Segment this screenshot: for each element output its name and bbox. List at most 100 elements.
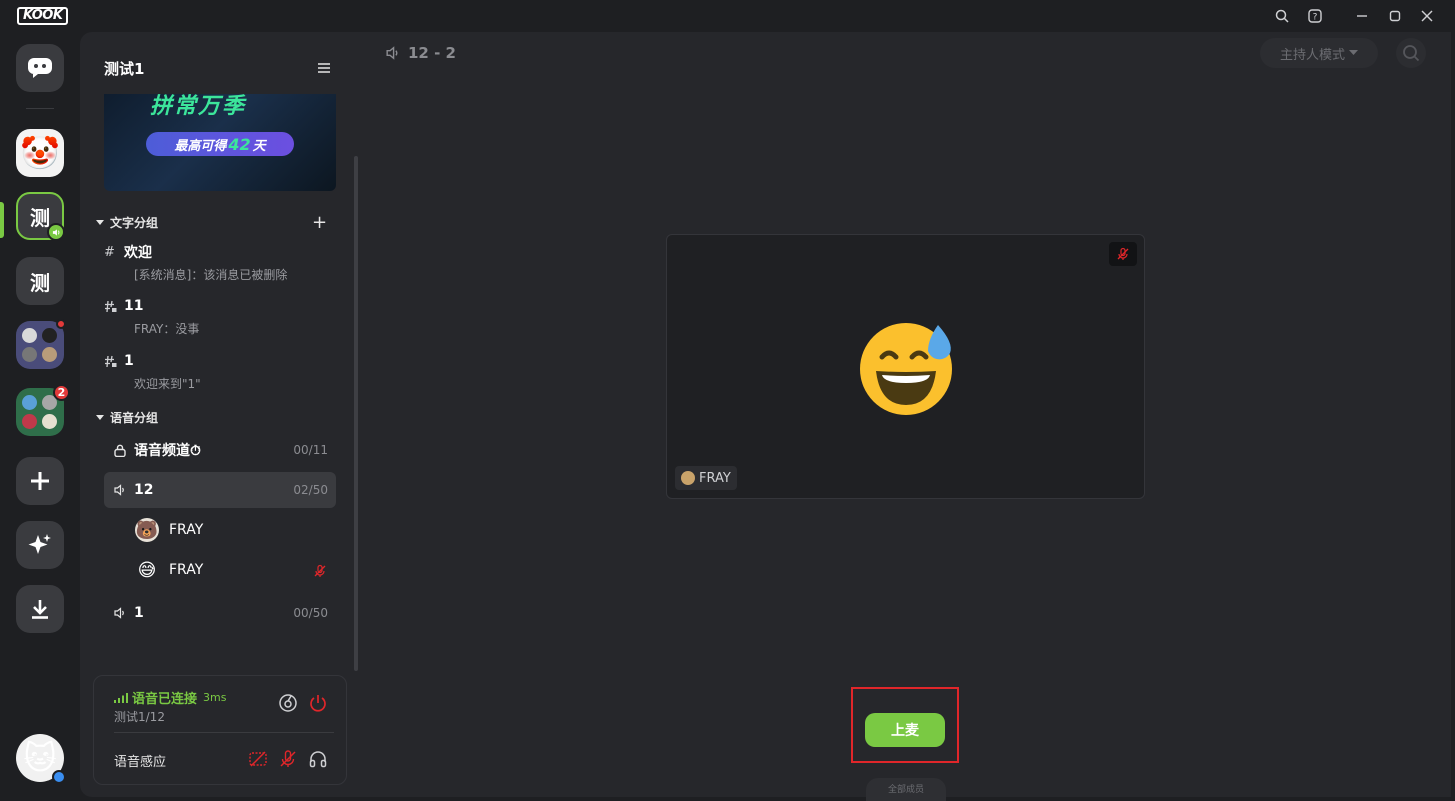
channel-user-count: 02/50 <box>293 483 328 497</box>
server-title[interactable]: 测试1 <box>104 58 144 79</box>
user-avatar[interactable]: 🐱 <box>16 734 66 784</box>
channel-last-message: [系统消息]：该消息已被删除 <box>134 268 288 282</box>
channel-name: 1 <box>124 353 134 369</box>
server-clown[interactable]: 🤡 <box>16 129 64 177</box>
voice-member[interactable]: 😅 FRAY <box>135 558 204 582</box>
divider <box>114 732 334 733</box>
text-channel-welcome[interactable]: # 欢迎 [系统消息]：该消息已被删除 <box>104 242 336 283</box>
channel-last-message: 欢迎来到"1" <box>134 377 201 391</box>
text-group-label: 文字分组 <box>110 216 159 230</box>
chevron-down-icon <box>1349 50 1358 55</box>
banner-pill: 最高可得 42 天 <box>146 132 294 156</box>
active-server-indicator <box>0 202 4 238</box>
channel-name: 1 <box>134 605 144 621</box>
promo-banner[interactable]: 拼常万季 最高可得 42 天 <box>104 94 336 191</box>
voice-connection-status: 语音已连接 3ms <box>114 688 226 707</box>
server-label: 测 <box>30 270 50 295</box>
hash-icon: # <box>104 244 115 260</box>
soundboard-icon[interactable] <box>277 692 299 714</box>
mic-muted-icon[interactable] <box>277 748 299 770</box>
speaker-icon <box>114 607 134 619</box>
voice-connected-icon <box>47 223 65 241</box>
chevron-down-icon <box>96 219 104 225</box>
text-channel-1[interactable]: 1 欢迎来到"1" <box>104 351 336 392</box>
voice-channel-locked[interactable]: 语音频道⏱ 00/11 <box>104 432 336 468</box>
disconnect-icon[interactable] <box>307 692 329 714</box>
signal-bars-icon <box>114 692 128 703</box>
channel-user-count: 00/11 <box>293 443 328 457</box>
member-list-toggle[interactable]: 全部成员 <box>866 778 946 801</box>
download-icon <box>32 600 48 619</box>
text-group-header[interactable]: 文字分组 <box>96 214 158 231</box>
avatar: 😅 <box>137 559 157 581</box>
participant-name: FRAY <box>699 470 731 486</box>
voice-location: 测试1/12 <box>114 710 165 724</box>
server-label: 测 <box>30 205 50 230</box>
server-group-2[interactable]: 2 <box>16 384 70 436</box>
voice-status-card: 语音已连接 3ms 测试1/12 语音感应 <box>93 675 347 785</box>
banner-pill-number: 42 <box>228 134 251 154</box>
text-channel-11[interactable]: 11 FRAY：没事 <box>104 296 336 337</box>
sparkle-icon <box>28 534 51 554</box>
server-grid-icon <box>22 394 37 410</box>
home-chat-button[interactable] <box>16 44 64 92</box>
banner-pill-suffix: 天 <box>252 138 266 154</box>
stage-title: 12 - 2 <box>386 44 456 62</box>
member-name: FRAY <box>169 522 204 538</box>
channel-name: 12 <box>134 482 154 498</box>
kook-app-window: KOOK ? 🤡 测 测 2 🐱 测试1 拼常万季 最高可得 42 天 文字分组… <box>0 0 1455 801</box>
kook-logo: KOOK <box>17 7 69 25</box>
voice-sensing-label[interactable]: 语音感应 <box>114 751 166 770</box>
hash-lock-icon <box>104 355 124 368</box>
sweat-smile-emoji <box>860 323 952 415</box>
help-icon[interactable]: ? <box>1305 6 1325 26</box>
channel-name: 语音频道⏱ <box>134 443 201 459</box>
go-on-mic-button[interactable]: 上麦 <box>865 713 945 747</box>
close-icon[interactable] <box>1417 6 1437 26</box>
voice-member[interactable]: 🐻 FRAY <box>135 518 203 542</box>
lock-icon <box>114 444 134 457</box>
server-group-1[interactable] <box>16 319 66 369</box>
channel-scrollbar[interactable] <box>354 156 358 671</box>
maximize-icon[interactable] <box>1385 6 1405 26</box>
channel-name: 11 <box>124 298 144 314</box>
member-list-toggle-label: 全部成员 <box>887 785 924 795</box>
server-test-active[interactable]: 测 <box>16 192 65 241</box>
unread-count-badge: 2 <box>53 384 70 401</box>
banner-headline: 拼常万季 <box>150 94 247 119</box>
channel-last-message: FRAY：没事 <box>134 322 200 336</box>
stage-search-button[interactable] <box>1396 38 1426 68</box>
mic-muted-icon <box>1109 242 1137 266</box>
chat-bubble-icon <box>28 58 52 78</box>
voice-status-text: 语音已连接 <box>132 692 198 707</box>
host-mode-label: 主持人模式 <box>1279 47 1345 63</box>
headphones-icon[interactable] <box>307 748 329 770</box>
camera-off-icon[interactable] <box>247 748 269 770</box>
rail-divider <box>26 108 54 109</box>
minimize-icon[interactable] <box>1352 6 1372 26</box>
add-channel-icon[interactable]: + <box>312 212 327 233</box>
unread-dot <box>56 319 66 329</box>
voice-group-header[interactable]: 语音分组 <box>96 409 158 426</box>
host-mode-dropdown[interactable]: 主持人模式 <box>1260 38 1378 68</box>
avatar <box>681 471 695 485</box>
svg-text:?: ? <box>1313 13 1318 23</box>
search-icon <box>1403 45 1420 62</box>
member-name: FRAY <box>169 562 204 578</box>
server-test-2[interactable]: 测 <box>16 257 64 305</box>
voice-channel-1[interactable]: 1 00/50 <box>104 595 336 631</box>
download-button[interactable] <box>16 585 64 633</box>
participant-tile[interactable]: FRAY <box>666 234 1145 499</box>
search-icon[interactable] <box>1272 6 1292 26</box>
add-server-button[interactable] <box>16 457 64 505</box>
voice-latency: 3ms <box>203 691 227 704</box>
online-status-icon <box>52 770 66 784</box>
voice-channel-12[interactable]: 12 02/50 <box>104 472 336 508</box>
discover-button[interactable] <box>16 521 64 569</box>
plus-icon <box>31 472 49 490</box>
menu-icon[interactable] <box>318 59 330 78</box>
participant-name-tag: FRAY <box>675 466 737 490</box>
title-bar: KOOK ? <box>0 0 1455 32</box>
voice-stage: 12 - 2 主持人模式 FRAY 上麦 全部成员 <box>360 32 1451 801</box>
avatar: 🐻 <box>135 518 159 542</box>
